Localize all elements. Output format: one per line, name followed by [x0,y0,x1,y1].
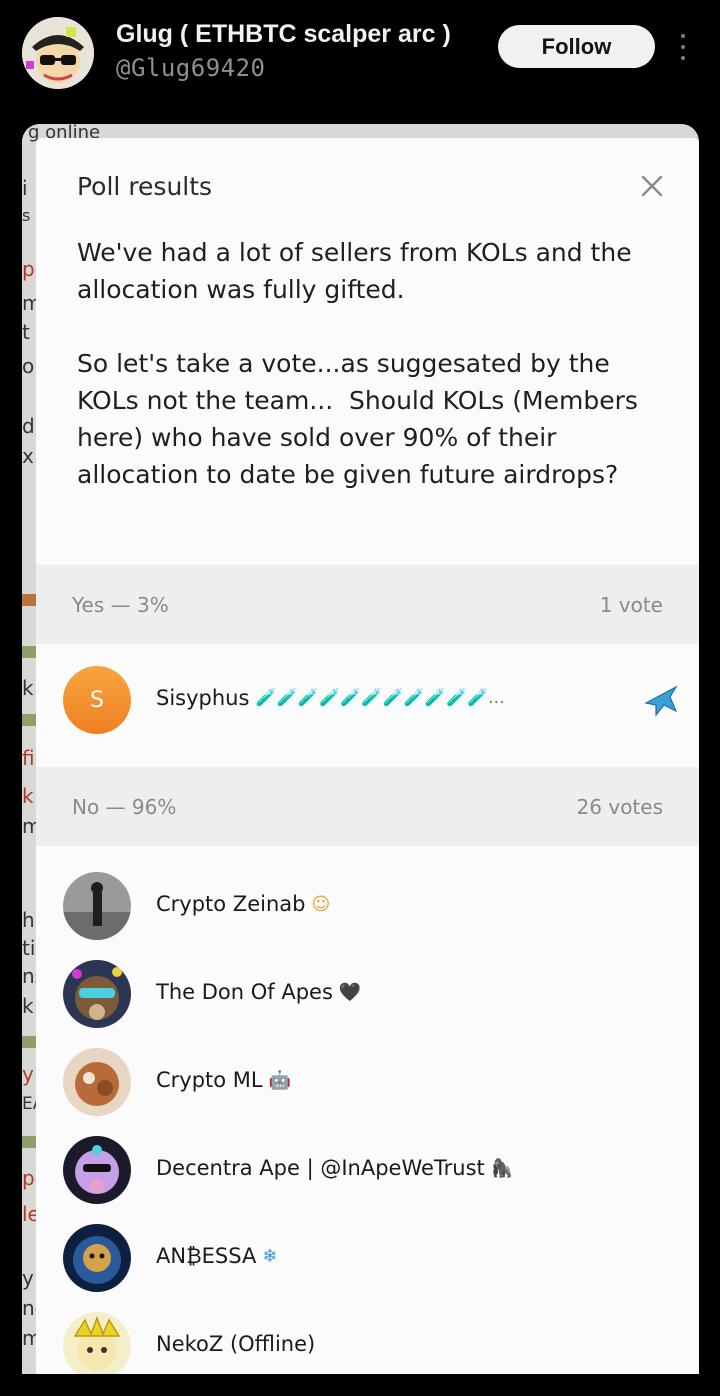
more-options-icon[interactable] [678,34,688,60]
avatar[interactable] [63,1048,131,1116]
test-tube-emoji-icon: 🧪🧪🧪🧪🧪🧪🧪🧪🧪🧪🧪... [255,688,505,708]
verified-badge-icon: ☺ [311,893,331,915]
bg-bar [22,1136,36,1148]
voter-name[interactable]: Decentra Ape | @InApeWeTrust 🦍 [156,1156,513,1180]
bg-fragment: s [22,206,31,225]
bg-fragment: x [22,444,34,468]
plane-icon [644,685,678,717]
voter-name-text: AN₿ESSA [156,1244,257,1268]
voter-row[interactable]: NekoZ (Offline) [36,1302,699,1374]
modal-title: Poll results [77,172,213,201]
follow-button[interactable]: Follow [498,25,655,68]
bg-fragment: k [22,994,34,1018]
voter-name[interactable]: Crypto ML 🤖 [156,1068,291,1092]
poll-results-modal: Poll results We've had a lot of sellers … [36,138,699,1374]
bg-fragment: fi [22,746,35,770]
voter-name[interactable]: The Don Of Apes 🖤 [156,980,361,1004]
voter-row[interactable]: AN₿ESSA ❄ [36,1214,699,1302]
avatar[interactable] [63,1312,131,1374]
avatar[interactable] [63,1136,131,1204]
author-handle[interactable]: @Glug69420 [116,54,266,82]
tweet-header: Glug ( ETHBTC scalper arc ) @Glug69420 F… [0,0,720,118]
option-label: Yes — 3% [72,592,169,617]
shield-badge-icon: ❄ [262,1246,278,1267]
bg-bar [22,714,36,726]
option-label: No — 96% [72,794,177,819]
avatar[interactable]: S [63,666,131,734]
voter-row[interactable]: Decentra Ape | @InApeWeTrust 🦍 [36,1126,699,1214]
tweet-media-image[interactable]: g online i s pe m t ol d x k t fi k m h … [22,124,699,1374]
bg-fragment: h [22,908,35,932]
voter-row[interactable]: Crypto Zeinab ☺ [36,862,699,950]
bg-fragment: i [22,176,28,200]
option-vote-count: 1 vote [599,592,663,617]
voter-name[interactable]: Sisyphus 🧪🧪🧪🧪🧪🧪🧪🧪🧪🧪🧪... [156,686,505,710]
option-vote-count: 26 votes [576,794,663,819]
bg-fragment: y [22,1266,34,1290]
author-avatar[interactable] [22,17,94,89]
bg-bar [22,1036,36,1048]
avatar[interactable] [63,872,131,940]
voter-name-text: Crypto ML [156,1068,263,1092]
author-name[interactable]: Glug ( ETHBTC scalper arc ) [116,20,451,49]
avatar[interactable] [63,960,131,1028]
avatar[interactable] [63,1224,131,1292]
voter-name-text: Sisyphus [156,686,250,710]
bottom-bar [0,1374,720,1396]
black-heart-emoji-icon: 🖤 [338,981,362,1003]
bg-bar [22,646,36,658]
bg-fragment: d [22,414,35,438]
voter-name[interactable]: Crypto Zeinab ☺ [156,892,330,916]
bg-fragment: y [22,1062,34,1086]
voter-name-text: The Don Of Apes [156,980,333,1004]
poll-question: We've had a lot of sellers from KOLs and… [77,238,638,489]
bg-bar [22,594,36,606]
gorilla-emoji-icon: 🦍 [490,1157,514,1179]
bg-fragment: k [22,784,34,808]
bg-fragment: ti [22,936,36,960]
voter-name[interactable]: AN₿ESSA ❄ [156,1244,277,1269]
voter-name-text: Decentra Ape | @InApeWeTrust [156,1156,485,1180]
voter-row[interactable]: S Sisyphus 🧪🧪🧪🧪🧪🧪🧪🧪🧪🧪🧪... [36,656,699,744]
bg-fragment: t [22,320,30,344]
voter-row[interactable]: Crypto ML 🤖 [36,1038,699,1126]
poll-option-no-header: No — 96% 26 votes [36,767,699,846]
voter-row[interactable]: The Don Of Apes 🖤 [36,950,699,1038]
voter-name-text: NekoZ (Offline) [156,1332,316,1356]
voter-name-text: Crypto Zeinab [156,892,306,916]
close-icon[interactable] [640,174,664,198]
voter-name[interactable]: NekoZ (Offline) [156,1332,315,1356]
poll-option-yes-header: Yes — 3% 1 vote [36,565,699,644]
robot-emoji-icon: 🤖 [268,1069,292,1091]
